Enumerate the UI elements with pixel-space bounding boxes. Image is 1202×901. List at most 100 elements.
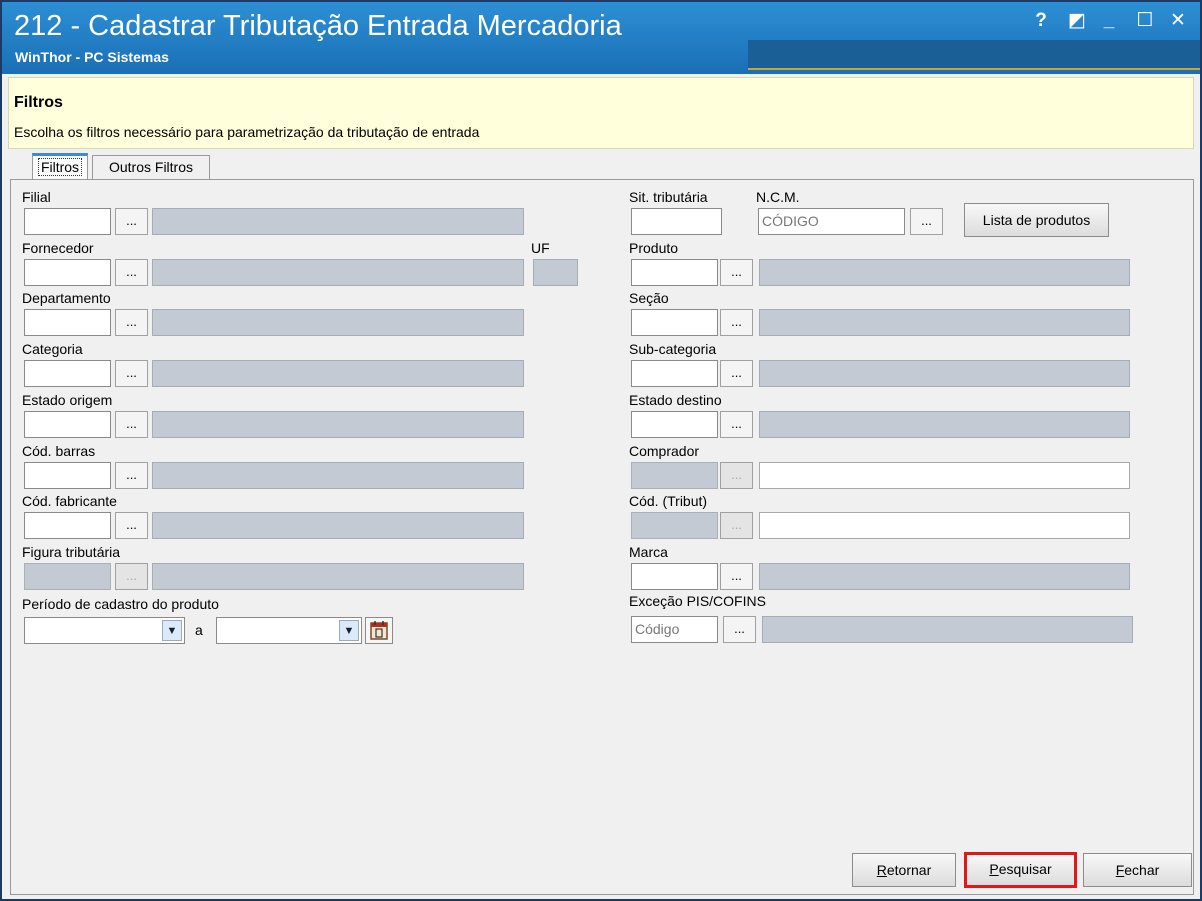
comprador-description [759, 462, 1130, 489]
title-bar: 212 - Cadastrar Tributação Entrada Merca… [2, 2, 1200, 74]
figura-tributaria-input [24, 563, 111, 590]
produto-input[interactable] [631, 259, 718, 286]
subcategoria-lookup-button[interactable]: ... [720, 360, 753, 387]
periodo-inicio-select[interactable]: ▼ [24, 617, 185, 644]
categoria-input[interactable] [24, 360, 111, 387]
fechar-mnemonic: F [1115, 862, 1125, 878]
uf-field [533, 259, 578, 286]
marca-description [759, 563, 1130, 590]
tab-filtros[interactable]: Filtros [32, 153, 88, 180]
lista-produtos-button[interactable]: Lista de produtos [964, 203, 1109, 237]
filial-lookup-button[interactable]: ... [115, 208, 148, 235]
subcategoria-description [759, 360, 1130, 387]
figura-tributaria-description [152, 563, 524, 590]
cod-tribut-input [631, 512, 718, 539]
subcategoria-input[interactable] [631, 360, 718, 387]
secao-description [759, 309, 1130, 336]
close-icon[interactable]: ✕ [1165, 8, 1191, 34]
comprador-label: Comprador [629, 443, 700, 459]
estado-origem-description [152, 411, 524, 438]
cod-fabricante-label: Cód. fabricante [22, 493, 117, 509]
periodo-fim-select[interactable]: ▼ [216, 617, 362, 644]
filters-header: Filtros Escolha os filtros necessário pa… [8, 77, 1194, 149]
estado-origem-input[interactable] [24, 411, 111, 438]
retornar-mnemonic: R [876, 862, 887, 878]
produto-label: Produto [629, 240, 679, 256]
restore-layout-icon[interactable]: ◩ [1064, 8, 1090, 34]
chevron-down-icon[interactable]: ▼ [162, 620, 182, 641]
filial-label: Filial [22, 189, 51, 205]
excecao-lookup-button[interactable]: ... [723, 616, 756, 643]
departamento-description [152, 309, 524, 336]
departamento-lookup-button[interactable]: ... [115, 309, 148, 336]
pesquisar-mnemonic: P [989, 861, 999, 877]
periodo-separator: a [195, 622, 203, 638]
filial-input[interactable] [24, 208, 111, 235]
estado-origem-label: Estado origem [22, 392, 113, 408]
cod-tribut-lookup-button: ... [720, 512, 753, 539]
departamento-input[interactable] [24, 309, 111, 336]
cod-tribut-label: Cód. (Tribut) [629, 493, 708, 509]
marca-input[interactable] [631, 563, 718, 590]
periodo-label: Período de cadastro do produto [22, 596, 219, 612]
figura-tributaria-label: Figura tributária [22, 544, 121, 560]
fornecedor-description [152, 259, 524, 286]
comprador-lookup-button: ... [720, 462, 753, 489]
calendar-icon[interactable] [365, 617, 393, 644]
fornecedor-lookup-button[interactable]: ... [115, 259, 148, 286]
pesquisar-label: esquisar [998, 861, 1052, 877]
tab-outros-filtros[interactable]: Outros Filtros [92, 155, 210, 179]
retornar-button[interactable]: Retornar [852, 853, 956, 887]
produto-lookup-button[interactable]: ... [720, 259, 753, 286]
uf-label: UF [531, 240, 550, 256]
pesquisar-button[interactable]: Pesquisar [964, 852, 1077, 888]
secao-label: Seção [629, 290, 669, 306]
help-icon[interactable]: ? [1028, 8, 1054, 34]
excecao-input[interactable]: Código [631, 616, 718, 643]
subcategoria-label: Sub-categoria [629, 341, 717, 357]
secao-input[interactable] [631, 309, 718, 336]
produto-description [759, 259, 1130, 286]
categoria-lookup-button[interactable]: ... [115, 360, 148, 387]
title-bar-decoration [748, 40, 1200, 70]
tab-filtros-label: Filtros [37, 158, 83, 176]
fornecedor-label: Fornecedor [22, 240, 94, 256]
marca-label: Marca [629, 544, 668, 560]
cod-barras-lookup-button[interactable]: ... [115, 462, 148, 489]
estado-destino-lookup-button[interactable]: ... [720, 411, 753, 438]
estado-destino-label: Estado destino [629, 392, 722, 408]
figura-tributaria-lookup-button: ... [115, 563, 148, 590]
window-subtitle: WinThor - PC Sistemas [15, 49, 169, 65]
categoria-label: Categoria [22, 341, 83, 357]
estado-destino-input[interactable] [631, 411, 718, 438]
fechar-label: echar [1124, 862, 1160, 878]
retornar-label: etornar [886, 862, 932, 878]
comprador-input [631, 462, 718, 489]
cod-fabricante-input[interactable] [24, 512, 111, 539]
maximize-icon[interactable]: ☐ [1132, 8, 1158, 34]
fornecedor-input[interactable] [24, 259, 111, 286]
chevron-down-icon[interactable]: ▼ [339, 620, 359, 641]
window-title: 212 - Cadastrar Tributação Entrada Merca… [14, 10, 622, 42]
minimize-icon[interactable]: _ [1096, 8, 1122, 34]
header-title: Filtros [14, 94, 63, 111]
categoria-description [152, 360, 524, 387]
ncm-label: N.C.M. [756, 189, 800, 205]
estado-origem-lookup-button[interactable]: ... [115, 411, 148, 438]
marca-lookup-button[interactable]: ... [720, 563, 753, 590]
secao-lookup-button[interactable]: ... [720, 309, 753, 336]
cod-fabricante-description [152, 512, 524, 539]
main-window: 212 - Cadastrar Tributação Entrada Merca… [0, 0, 1202, 901]
cod-fabricante-lookup-button[interactable]: ... [115, 512, 148, 539]
excecao-label: Exceção PIS/COFINS [629, 593, 766, 609]
header-description: Escolha os filtros necessário para param… [14, 124, 480, 140]
cod-barras-description [152, 462, 524, 489]
ncm-input[interactable]: CÓDIGO [758, 208, 905, 235]
excecao-description [762, 616, 1133, 643]
cod-barras-input[interactable] [24, 462, 111, 489]
filial-description [152, 208, 524, 235]
sit-tributaria-input[interactable] [631, 208, 722, 235]
ncm-lookup-button[interactable]: ... [910, 208, 943, 235]
departamento-label: Departamento [22, 290, 111, 306]
fechar-button[interactable]: Fechar [1083, 853, 1192, 887]
